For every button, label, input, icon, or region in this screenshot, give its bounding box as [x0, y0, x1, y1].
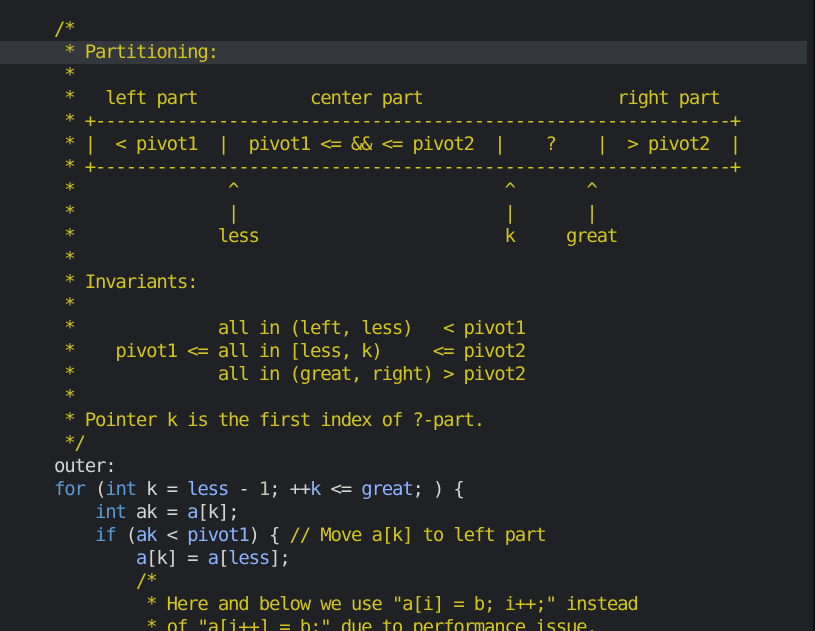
code-token: ; ) { — [412, 478, 464, 500]
code-line[interactable]: * all in (great, right) > pivot2 — [0, 363, 807, 386]
code-line[interactable]: * less k great — [0, 225, 807, 248]
code-token: ( — [84, 478, 106, 500]
code-token: * +-------------------------------------… — [54, 110, 741, 132]
code-line[interactable]: * | | | — [0, 202, 807, 225]
code-line[interactable]: * +-------------------------------------… — [0, 156, 807, 179]
code-line[interactable]: * — [0, 248, 807, 271]
code-token: * Partitioning: — [54, 41, 219, 63]
code-line[interactable]: * Partitioning: — [0, 41, 807, 64]
code-token: * pivot1 <= all in [less, k) <= pivot2 — [54, 340, 526, 362]
code-token: less — [187, 478, 229, 500]
code-token: <= — [320, 478, 362, 500]
code-token: * Invariants: — [54, 271, 198, 293]
code-token: a — [135, 547, 147, 569]
code-token: ak — [135, 524, 158, 546]
code-token: * of "a[i++] = b;" due to performance is… — [54, 616, 598, 631]
code-token: ( — [115, 524, 137, 546]
code-line[interactable]: * | < pivot1 | pivot1 <= && <= pivot2 | … — [0, 133, 807, 156]
code-line[interactable]: */ — [0, 432, 807, 455]
code-token: if — [94, 524, 117, 546]
code-token: - — [228, 478, 259, 500]
code-line[interactable]: * left part center part right part — [0, 87, 807, 110]
code-token: /* — [54, 18, 76, 40]
code-token: ) { — [248, 524, 290, 546]
code-token: */ — [54, 432, 86, 454]
code-line[interactable]: * Here and below we use "a[i] = b; i++;"… — [0, 593, 807, 616]
code-token: int — [94, 501, 127, 523]
code-token: < — [156, 524, 188, 546]
code-token: 1 — [258, 478, 270, 500]
code-token: * all in (left, less) < pivot1 — [54, 317, 526, 339]
code-token: pivot1 — [187, 524, 250, 546]
code-line[interactable]: /* — [0, 18, 807, 41]
code-editor[interactable]: /* * Partitioning: * * left part center … — [0, 0, 815, 631]
code-lines[interactable]: /* * Partitioning: * * left part center … — [0, 18, 807, 631]
code-token: ak = — [125, 501, 188, 523]
code-line[interactable]: for (int k = less - 1; ++k <= great; ) { — [0, 478, 807, 501]
code-token: [k] = — [146, 547, 208, 569]
code-token: * — [54, 248, 75, 270]
code-line[interactable]: * all in (left, less) < pivot1 — [0, 317, 807, 340]
code-line[interactable]: * — [0, 64, 807, 87]
code-token: ]; — [269, 547, 291, 569]
code-token: * ^ ^ ^ — [54, 179, 598, 201]
code-token: outer: — [54, 455, 117, 477]
code-line[interactable]: if (ak < pivot1) { // Move a[k] to left … — [0, 524, 807, 547]
code-line[interactable]: * Invariants: — [0, 271, 807, 294]
code-token: int — [105, 478, 137, 500]
code-token: ; ++ — [269, 478, 311, 500]
code-line[interactable]: a[k] = a[less]; — [0, 547, 807, 570]
code-token: * — [54, 294, 75, 316]
code-line[interactable]: * pivot1 <= all in [less, k) <= pivot2 — [0, 340, 807, 363]
code-line[interactable]: * of "a[i++] = b;" due to performance is… — [0, 616, 807, 631]
code-token: k = — [135, 478, 188, 500]
code-token: * left part center part right part — [54, 87, 721, 109]
code-token: * Pointer k is the first index of ?-part… — [54, 409, 485, 431]
code-token: for — [54, 478, 86, 500]
code-line[interactable]: int ak = a[k]; — [0, 501, 807, 524]
code-token: * | < pivot1 | pivot1 <= && <= pivot2 | … — [54, 133, 741, 155]
code-line[interactable]: * — [0, 294, 807, 317]
code-line[interactable]: * Pointer k is the first index of ?-part… — [0, 409, 807, 432]
code-line[interactable]: * ^ ^ ^ — [0, 179, 807, 202]
code-line[interactable]: * +-------------------------------------… — [0, 110, 807, 133]
code-token: * — [54, 386, 75, 408]
code-token: [k]; — [197, 501, 239, 523]
code-line[interactable]: /* — [0, 570, 807, 593]
code-line[interactable]: * — [0, 386, 807, 409]
code-token: [ — [217, 547, 229, 569]
code-token: * | | | — [54, 202, 598, 224]
code-token: a — [187, 501, 198, 523]
code-token: // Move a[k] to left part — [289, 524, 547, 546]
code-token: less — [228, 547, 270, 569]
code-token: * +-------------------------------------… — [54, 156, 741, 178]
code-token: a — [207, 547, 219, 569]
code-token: * Here and below we use "a[i] = b; i++;"… — [54, 593, 639, 615]
code-token: * — [54, 64, 75, 86]
code-line[interactable]: outer: — [0, 455, 807, 478]
code-token: /* — [54, 570, 158, 592]
code-token: great — [361, 478, 413, 500]
code-token: * less k great — [54, 225, 618, 247]
code-token: * all in (great, right) > pivot2 — [54, 363, 526, 385]
code-token: k — [310, 478, 321, 500]
